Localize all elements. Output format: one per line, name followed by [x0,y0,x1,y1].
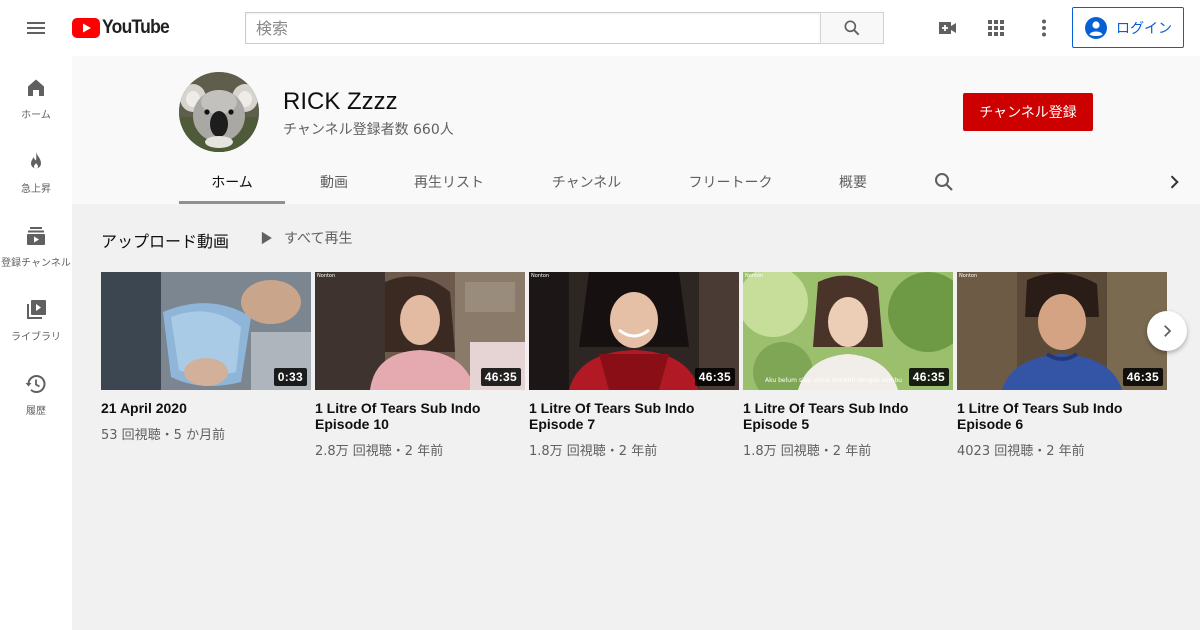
sidebar-item-trending[interactable]: 急上昇 [0,130,72,204]
video-duration: 46:35 [908,368,949,386]
video-meta: 53 回視聴・5 か月前 [101,428,226,443]
video-camera-add-icon [939,22,956,34]
subscribe-button[interactable]: チャンネル登録 [963,93,1093,131]
video-meta: 4023 回視聴・2 年前 [957,444,1085,459]
subscriber-count: チャンネル登録者数 660人 [283,122,454,138]
video-title[interactable]: 1 Litre Of Tears Sub Indo Episode 6 [957,400,1157,432]
video-title[interactable]: 1 Litre Of Tears Sub Indo Episode 5 [743,400,943,432]
video-thumbnail[interactable]: Nonton 46:35 [529,272,739,390]
search-icon [844,20,860,36]
sidebar-item-label: 急上昇 [21,184,51,195]
video-title[interactable]: 1 Litre Of Tears Sub Indo Episode 10 [315,400,515,432]
video-duration: 46:35 [480,368,521,386]
video-card[interactable]: Nonton 46:35 1 Litre Of Tears Sub Indo E… [529,272,739,459]
sidebar-item-subscriptions[interactable]: 登録チャンネル [0,204,72,278]
video-thumbnail[interactable]: Nonton 46:35 [315,272,525,390]
shelf-next-button[interactable] [1147,311,1187,351]
settings-menu-button[interactable] [1024,8,1064,48]
flame-icon [31,152,41,169]
chevron-right-icon [1164,325,1172,337]
video-thumbnail[interactable]: Nonton Aku belum siap untuk berlatih den… [743,272,953,390]
youtube-logo[interactable]: YouTube [72,17,175,38]
video-meta: 1.8万 回視聴・2 年前 [529,444,658,459]
tab-home[interactable]: ホーム [179,160,285,204]
channel-search-icon[interactable] [932,170,956,194]
hamburger-menu-icon[interactable] [16,8,56,48]
video-card[interactable]: Nonton Aku belum siap untuk berlatih den… [743,272,953,459]
sidebar-item-label: ライブラリ [11,332,61,343]
home-icon [28,79,44,96]
search-button[interactable] [820,12,884,44]
tab-discussion[interactable]: フリートーク [658,160,803,204]
video-duration: 46:35 [694,368,735,386]
sidebar-item-label: 登録チャンネル [1,258,71,269]
video-thumbnail[interactable]: 0:33 [101,272,311,390]
apps-grid-icon [988,20,1004,36]
tab-channels[interactable]: チャンネル [515,160,658,204]
logo-text: YouTube [102,17,170,38]
history-icon [25,375,46,393]
sidebar-item-history[interactable]: 履歴 [0,352,72,426]
search-input[interactable] [245,12,820,44]
sidebar: ホーム 急上昇 登録チャンネル ライブラリ 履歴 [0,56,72,630]
sidebar-item-home[interactable]: ホーム [0,56,72,130]
sidebar-item-label: 履歴 [26,406,46,417]
search-box [245,12,884,44]
video-card[interactable]: Nonton 46:35 1 Litre Of Tears Sub Indo E… [957,272,1167,459]
tab-playlists[interactable]: 再生リスト [383,160,515,204]
channel-header: RICK Zzzz チャンネル登録者数 660人 チャンネル登録 ホーム 動画 … [72,56,1200,204]
thumbnail-badge: Nonton [745,273,764,279]
create-video-button[interactable] [928,8,968,48]
play-icon [261,231,272,245]
video-duration: 46:35 [1122,368,1163,386]
thumbnail-badge: Nonton [317,273,336,279]
youtube-logo-icon [72,18,100,38]
play-all-button[interactable]: すべて再生 [256,226,352,250]
login-label: ログイン [1116,20,1172,37]
video-card[interactable]: 0:33 21 April 2020 53 回視聴・5 か月前 [101,272,311,443]
more-vertical-icon [1042,19,1046,37]
thumbnail-badge: Nonton [959,273,978,279]
channel-tabs: ホーム 動画 再生リスト チャンネル フリートーク 概要 [179,160,903,204]
chevron-right-icon [1170,175,1179,189]
video-meta: 2.8万 回視聴・2 年前 [315,444,444,459]
thumbnail-subtitle: Aku belum siap untuk berlatih dengan sem… [765,377,902,384]
thumbnail-badge: Nonton [531,273,550,279]
channel-name: RICK Zzzz [283,88,398,115]
apps-button[interactable] [976,8,1016,48]
video-meta: 1.8万 回視聴・2 年前 [743,444,872,459]
sidebar-item-library[interactable]: ライブラリ [0,278,72,352]
login-button[interactable]: ログイン [1072,7,1184,48]
tab-about[interactable]: 概要 [803,160,903,204]
shelf-title[interactable]: アップロード動画 [101,228,229,252]
video-title[interactable]: 21 April 2020 [101,400,301,416]
play-all-label: すべて再生 [284,231,353,247]
tab-videos[interactable]: 動画 [285,160,383,204]
top-bar: YouTube ログイン [0,0,1200,56]
library-icon [27,300,46,319]
subscriptions-icon [27,227,45,245]
video-title[interactable]: 1 Litre Of Tears Sub Indo Episode 7 [529,400,729,432]
account-circle-icon [1085,16,1107,39]
video-thumbnail[interactable]: Nonton 46:35 [957,272,1167,390]
koala-avatar-image [179,72,259,152]
video-card[interactable]: Nonton 46:35 1 Litre Of Tears Sub Indo E… [315,272,525,459]
video-duration: 0:33 [273,368,307,386]
channel-avatar[interactable] [179,72,259,152]
tabs-scroll-right-button[interactable] [1160,168,1188,196]
sidebar-item-label: ホーム [21,110,51,121]
